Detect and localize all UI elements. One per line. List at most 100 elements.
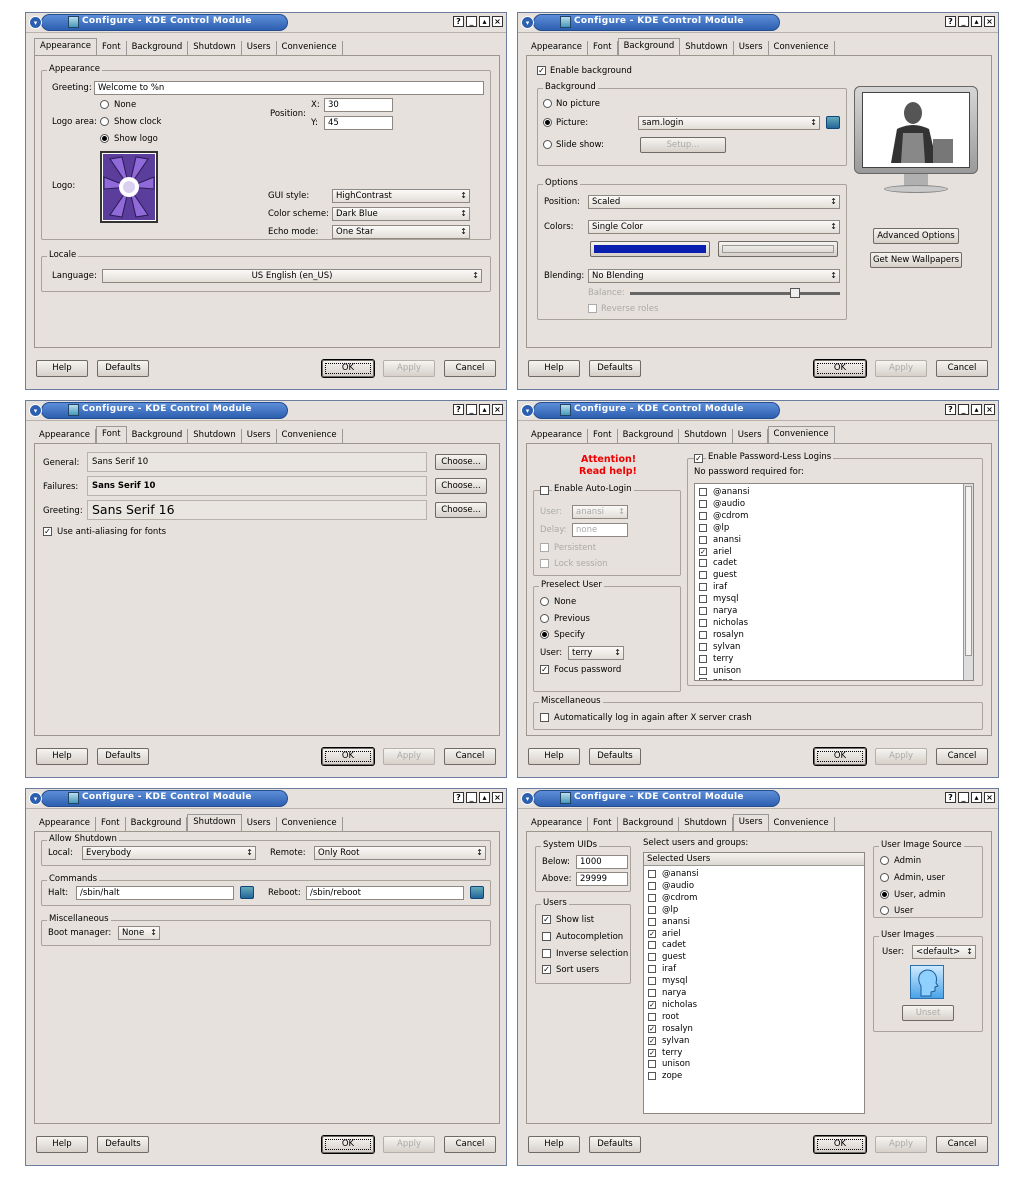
minimize-icon[interactable]: _ (958, 792, 969, 803)
defaults-button[interactable]: Defaults (589, 748, 641, 765)
local-shutdown-combo[interactable]: Everybody (82, 846, 256, 860)
list-item-checkbox[interactable] (648, 1060, 656, 1069)
enable-background-checkbox[interactable]: ✓ (537, 66, 546, 75)
list-item-checkbox[interactable] (648, 989, 656, 997)
focus-password-checkbox[interactable]: ✓ (540, 665, 549, 674)
logo-show-radio[interactable] (100, 134, 109, 143)
help-button[interactable]: Help (528, 1136, 580, 1153)
title-bar[interactable]: ▾ Configure - KDE Control Module ? _ ▴ × (518, 401, 998, 421)
tab-shutdown[interactable]: Shutdown (679, 429, 733, 443)
remote-shutdown-combo[interactable]: Only Root (314, 846, 486, 860)
preselect-none-radio[interactable] (540, 597, 549, 606)
tab-appearance[interactable]: Appearance (34, 429, 97, 443)
title-bar[interactable]: ▾ Configure - KDE Control Module ? _ ▴ × (26, 401, 506, 421)
tab-convenience[interactable]: Convenience (769, 41, 835, 55)
help-icon[interactable]: ? (453, 16, 464, 27)
apply-button[interactable]: Apply (875, 1136, 927, 1153)
tab-font[interactable]: Font (588, 817, 618, 831)
window-menu-icon[interactable]: ▾ (521, 404, 534, 417)
window-menu-icon[interactable]: ▾ (29, 16, 42, 29)
tab-users[interactable]: Users (242, 429, 277, 443)
close-icon[interactable]: × (492, 404, 503, 415)
maximize-icon[interactable]: ▴ (971, 792, 982, 803)
cancel-button[interactable]: Cancel (936, 748, 988, 765)
autocompletion-checkbox[interactable] (542, 932, 551, 941)
secondary-color-button[interactable] (718, 241, 838, 257)
x-position-input[interactable]: 30 (324, 98, 393, 112)
minimize-icon[interactable]: _ (958, 16, 969, 27)
list-item-checkbox[interactable] (699, 678, 707, 680)
apply-button[interactable]: Apply (383, 748, 435, 765)
list-item-checkbox[interactable]: ✓ (648, 1000, 656, 1009)
tab-convenience[interactable]: Convenience (277, 41, 343, 55)
preselect-specify-radio[interactable] (540, 630, 549, 639)
list-item-checkbox[interactable] (699, 654, 707, 663)
choose-failures-font-button[interactable]: Choose... (435, 478, 487, 494)
apply-button[interactable]: Apply (383, 360, 435, 377)
choose-greeting-font-button[interactable]: Choose... (435, 502, 487, 518)
apply-button[interactable]: Apply (875, 360, 927, 377)
advanced-options-button[interactable]: Advanced Options (873, 228, 959, 244)
list-item-checkbox[interactable] (699, 523, 707, 532)
tab-background[interactable]: Background (126, 817, 188, 831)
close-icon[interactable]: × (984, 404, 995, 415)
window-menu-icon[interactable]: ▾ (521, 16, 534, 29)
user-face-icon[interactable] (910, 965, 944, 999)
title-bar[interactable]: ▾ Configure - KDE Control Module ? _ ▴ × (26, 789, 506, 809)
uid-below-input[interactable]: 1000 (576, 855, 628, 869)
color-scheme-combo[interactable]: Dark Blue (332, 207, 470, 221)
antialias-checkbox[interactable]: ✓ (43, 527, 52, 536)
list-item-checkbox[interactable] (699, 511, 707, 520)
minimize-icon[interactable]: _ (466, 792, 477, 803)
position-combo[interactable]: Scaled (588, 195, 840, 209)
tab-appearance[interactable]: Appearance (526, 817, 589, 831)
source-admin-radio[interactable] (880, 856, 889, 865)
minimize-icon[interactable]: _ (466, 16, 477, 27)
defaults-button[interactable]: Defaults (589, 360, 641, 377)
browse-folder-icon[interactable] (826, 116, 840, 129)
reboot-browse-folder-icon[interactable] (470, 886, 484, 899)
tab-font[interactable]: Font (97, 41, 127, 55)
maximize-icon[interactable]: ▴ (479, 16, 490, 27)
maximize-icon[interactable]: ▴ (479, 404, 490, 415)
help-button[interactable]: Help (528, 360, 580, 377)
cancel-button[interactable]: Cancel (936, 1136, 988, 1153)
list-item-checkbox[interactable]: ✓ (648, 1048, 656, 1057)
close-icon[interactable]: × (492, 792, 503, 803)
unset-button[interactable]: Unset (902, 1005, 954, 1021)
help-icon[interactable]: ? (945, 16, 956, 27)
ok-button[interactable]: OK (322, 360, 374, 377)
y-position-input[interactable]: 45 (324, 116, 393, 130)
reverse-roles-checkbox[interactable] (588, 304, 597, 313)
list-item-checkbox[interactable] (699, 583, 707, 592)
selected-users-header[interactable]: Selected Users (644, 853, 864, 866)
preselect-previous-radio[interactable] (540, 614, 549, 623)
list-item-checkbox[interactable] (699, 618, 707, 627)
image-user-combo[interactable]: <default> (912, 945, 976, 959)
tab-users[interactable]: Users (734, 41, 769, 55)
tab-shutdown[interactable]: Shutdown (680, 41, 734, 55)
list-item-checkbox[interactable] (648, 941, 656, 950)
list-item-checkbox[interactable] (699, 630, 707, 639)
tab-appearance[interactable]: Appearance (34, 38, 98, 55)
ok-button[interactable]: OK (814, 360, 866, 377)
help-button[interactable]: Help (528, 748, 580, 765)
help-button[interactable]: Help (36, 1136, 88, 1153)
tab-shutdown[interactable]: Shutdown (188, 429, 242, 443)
maximize-icon[interactable]: ▴ (479, 792, 490, 803)
tab-users[interactable]: Users (733, 429, 768, 443)
ok-button[interactable]: OK (322, 1136, 374, 1153)
tab-users[interactable]: Users (242, 817, 277, 831)
ok-button[interactable]: OK (814, 1136, 866, 1153)
minimize-icon[interactable]: _ (466, 404, 477, 415)
list-item-checkbox[interactable] (648, 953, 656, 962)
list-item-checkbox[interactable] (699, 535, 707, 544)
ok-button[interactable]: OK (322, 748, 374, 765)
no-picture-radio[interactable] (543, 99, 552, 108)
close-icon[interactable]: × (984, 792, 995, 803)
choose-general-font-button[interactable]: Choose... (435, 454, 487, 470)
list-item-checkbox[interactable]: ✓ (648, 1036, 656, 1045)
cancel-button[interactable]: Cancel (444, 1136, 496, 1153)
show-list-checkbox[interactable]: ✓ (542, 915, 551, 924)
get-new-wallpapers-button[interactable]: Get New Wallpapers (870, 252, 962, 268)
